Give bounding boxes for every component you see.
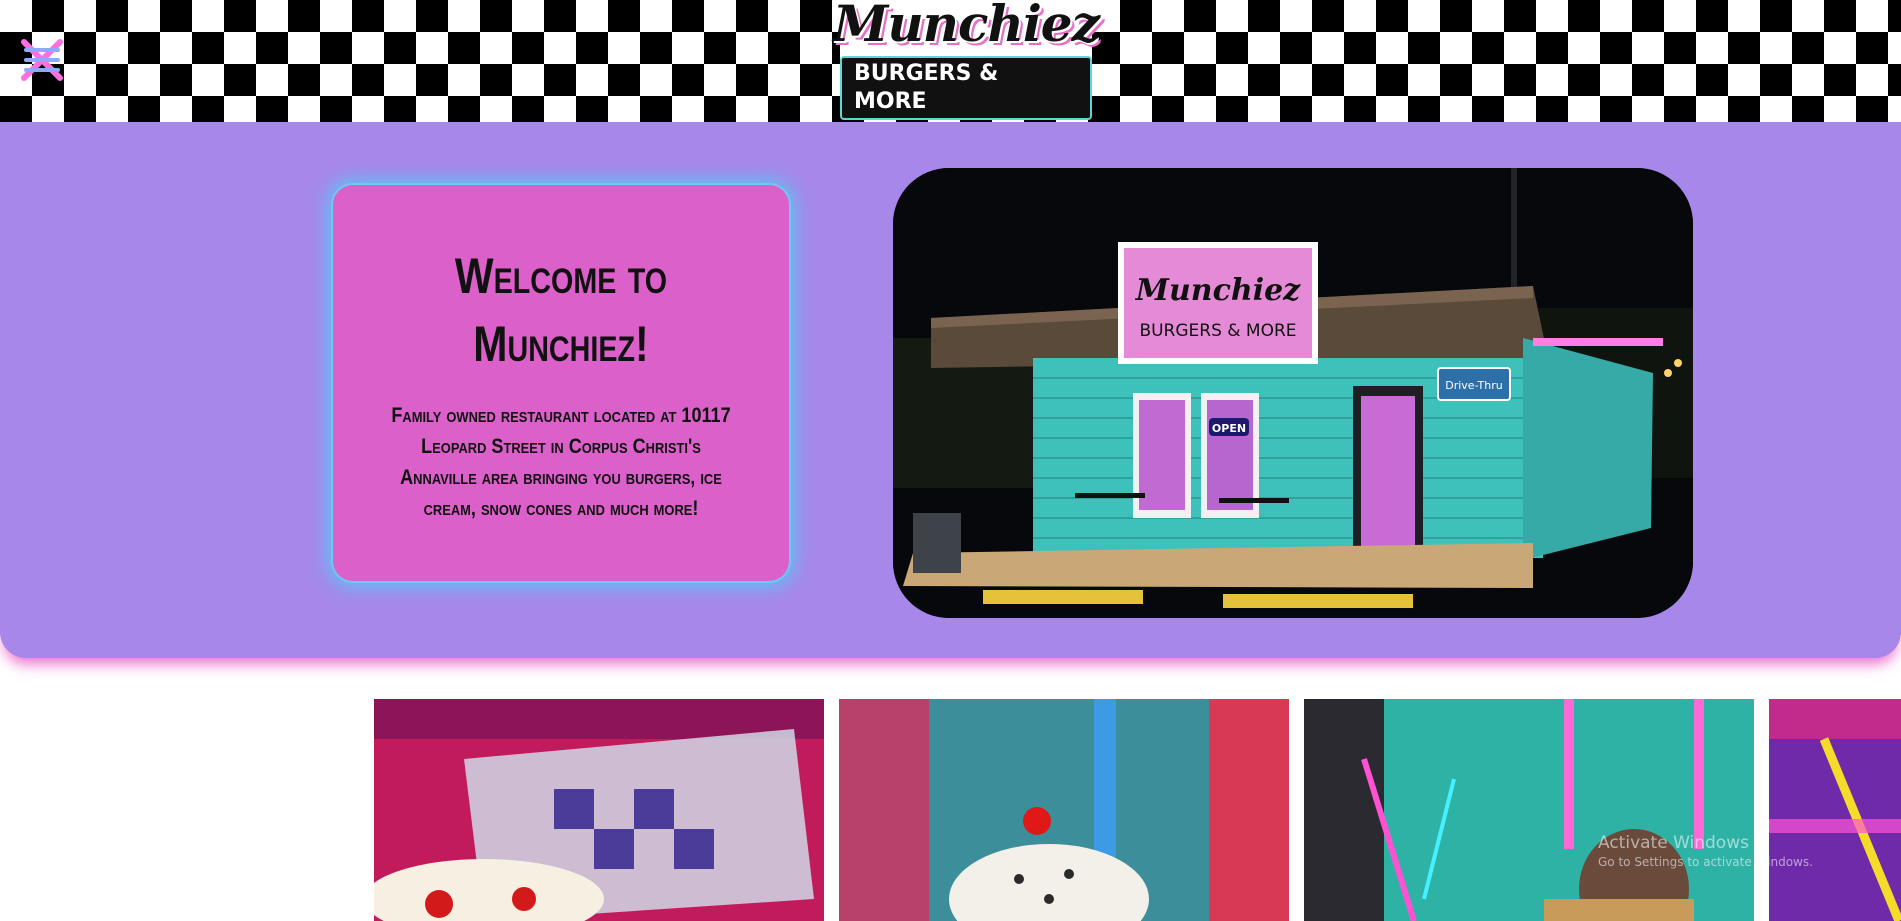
hero-section: Welcome to Munchiez! Family owned restau… xyxy=(0,122,1901,658)
gallery-photo-milkshake[interactable] xyxy=(839,699,1289,921)
welcome-description: Family owned restaurant located at 10117… xyxy=(391,404,731,520)
welcome-card: Welcome to Munchiez! Family owned restau… xyxy=(331,183,791,583)
hamburger-menu-icon[interactable] xyxy=(20,36,64,84)
sign-name: Munchiez xyxy=(1135,273,1301,308)
sign-tagline: BURGERS & MORE xyxy=(1139,321,1296,341)
photo-gallery xyxy=(374,699,1901,921)
drive-thru-sign: Drive-Thru xyxy=(1445,379,1502,392)
site-header: Munchiez BURGERS & MORE xyxy=(0,0,1901,122)
gallery-photo-banana-split[interactable] xyxy=(374,699,824,921)
logo-name: Munchiez xyxy=(832,0,1100,53)
gallery-photo-diner-interior[interactable] xyxy=(1304,699,1754,921)
open-sign: OPEN xyxy=(1212,422,1246,435)
logo-tagline: BURGERS & MORE xyxy=(840,56,1092,120)
gallery-photo-drink[interactable] xyxy=(1769,699,1901,921)
welcome-title: Welcome to Munchiez! xyxy=(454,248,668,372)
storefront-photo: OPEN Drive-Thru Munchiez BURGERS & MORE xyxy=(893,168,1693,618)
site-logo[interactable]: Munchiez BURGERS & MORE xyxy=(833,0,1100,120)
